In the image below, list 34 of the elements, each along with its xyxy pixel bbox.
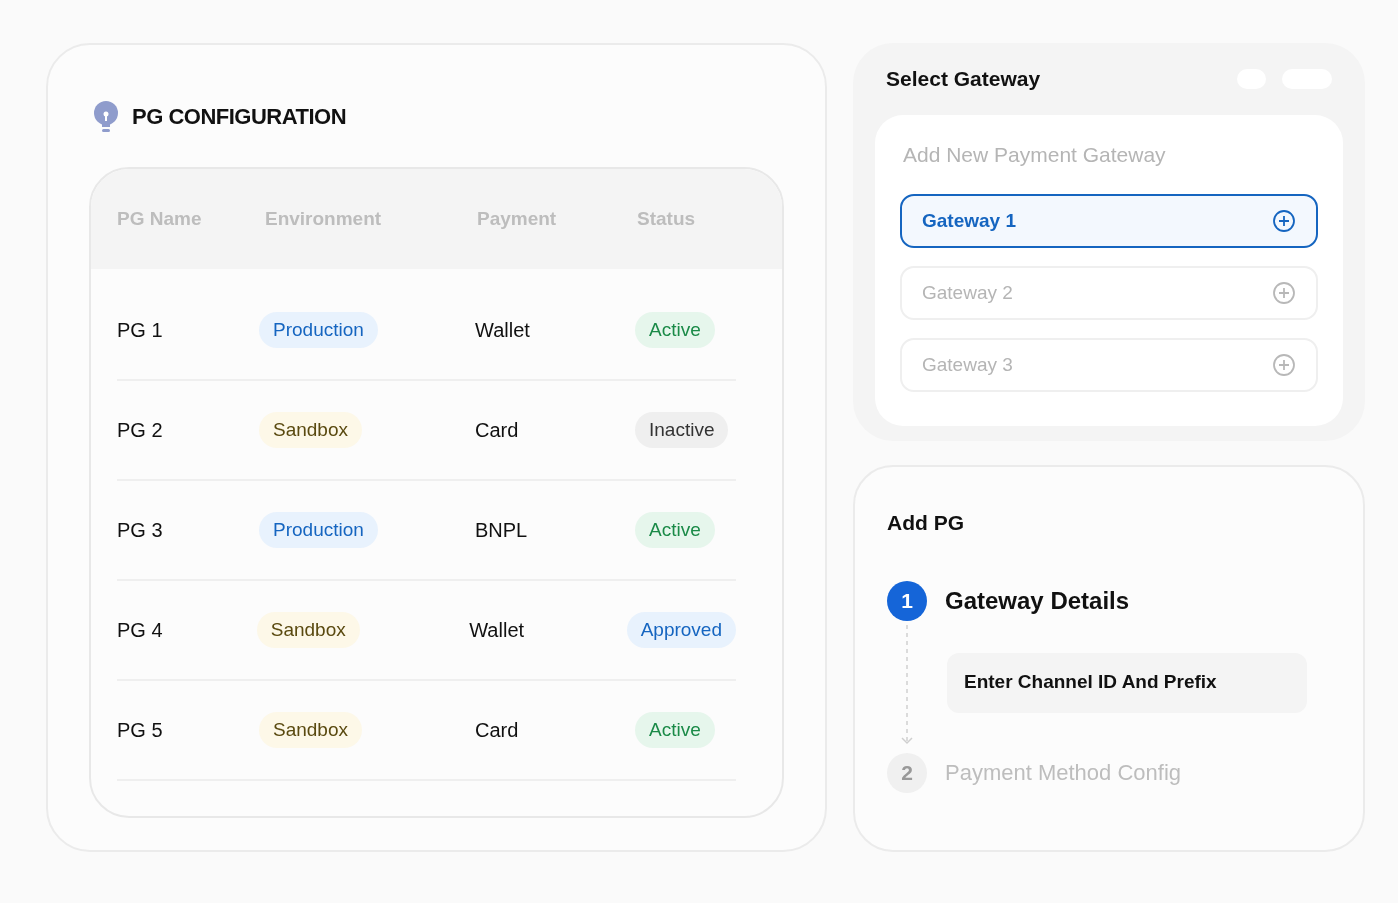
step-title: Payment Method Config bbox=[945, 759, 1182, 787]
table-cell-text: Card bbox=[475, 718, 520, 743]
table-cell-text: PG 2 bbox=[117, 418, 164, 443]
add-icon bbox=[1272, 353, 1296, 377]
section-title: PG CONFIGURATION bbox=[132, 103, 347, 131]
gateway-option[interactable]: Gateway 1 bbox=[900, 194, 1318, 248]
table-cell-text: PG 3 bbox=[117, 518, 164, 543]
card-title: Select Gateway bbox=[886, 66, 1041, 92]
table-cell-text: Card bbox=[475, 418, 520, 443]
environment-badge: Production bbox=[259, 511, 378, 549]
add-icon bbox=[1272, 209, 1296, 233]
step-title: Gateway Details bbox=[945, 585, 1130, 616]
environment-badge: Production bbox=[259, 311, 378, 349]
table-cell-text: BNPL bbox=[475, 518, 529, 543]
channel-input-field[interactable]: Enter Channel ID And Prefix bbox=[947, 652, 1307, 713]
status-badge: Inactive bbox=[635, 411, 729, 449]
status-badge: Approved bbox=[626, 611, 736, 649]
status-badge: Active bbox=[635, 311, 715, 349]
lightbulb-icon bbox=[93, 100, 119, 133]
table-cell-text: PG 4 bbox=[117, 618, 164, 643]
step-number: 1 bbox=[887, 580, 927, 621]
table-cell-text: PG 1 bbox=[117, 318, 164, 343]
environment-badge: Sandbox bbox=[259, 711, 362, 749]
table-cell-text: Wallet bbox=[475, 318, 531, 343]
environment-badge: Sandbox bbox=[256, 611, 360, 649]
step-number: 2 bbox=[887, 752, 927, 793]
status-badge: Active bbox=[635, 711, 715, 749]
card-title: Add PG bbox=[887, 510, 965, 536]
status-badge: Active bbox=[635, 511, 715, 549]
list-heading: Add New Payment Gateway bbox=[903, 141, 1167, 168]
table-cell-text: PG 5 bbox=[117, 718, 164, 743]
environment-badge: Sandbox bbox=[259, 411, 362, 449]
add-icon bbox=[1272, 281, 1296, 305]
table-cell-text: Wallet bbox=[469, 618, 526, 643]
